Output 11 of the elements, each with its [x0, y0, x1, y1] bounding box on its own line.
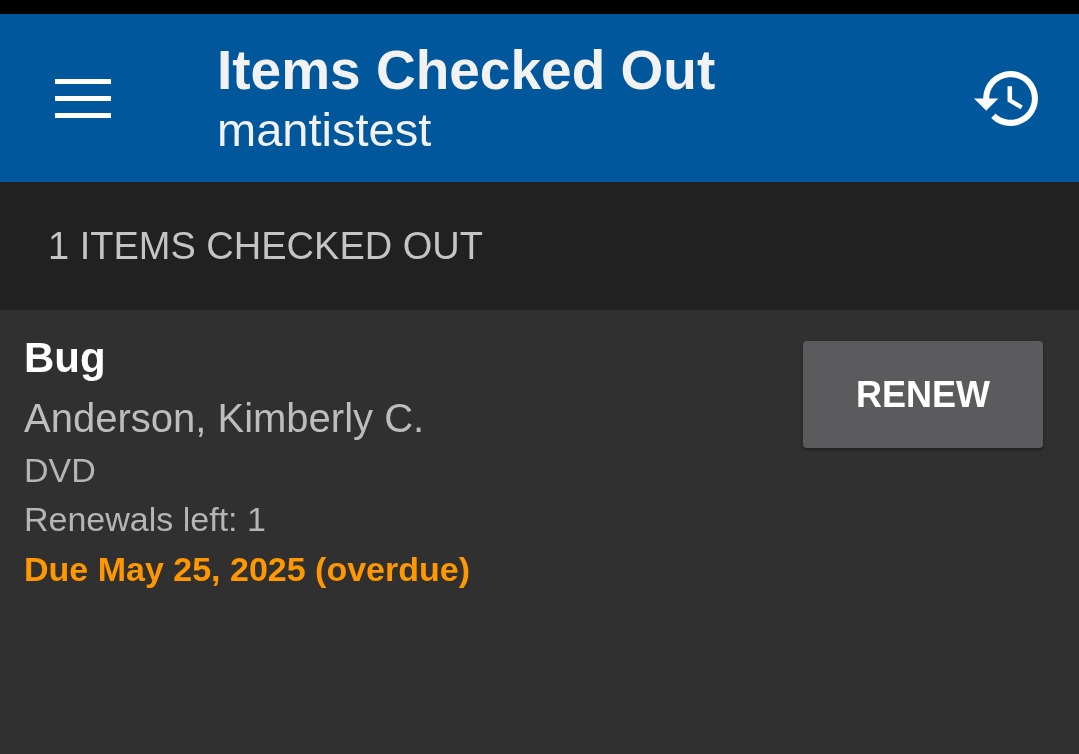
renewals-left: Renewals left: 1 [24, 499, 267, 540]
item-title: Bug [24, 333, 107, 383]
item-author: Anderson, Kimberly C. [24, 395, 426, 442]
item-format: DVD [24, 450, 97, 491]
history-icon[interactable] [974, 70, 1038, 126]
due-date: Due May 25, 2025 (overdue) [24, 549, 470, 590]
app-title: Items Checked Out [217, 39, 717, 101]
renew-button[interactable]: RENEW [803, 341, 1043, 448]
items-count: 1 ITEMS CHECKED OUT [48, 223, 483, 269]
menu-icon[interactable] [55, 78, 111, 118]
app-subtitle: mantistest [217, 103, 433, 157]
